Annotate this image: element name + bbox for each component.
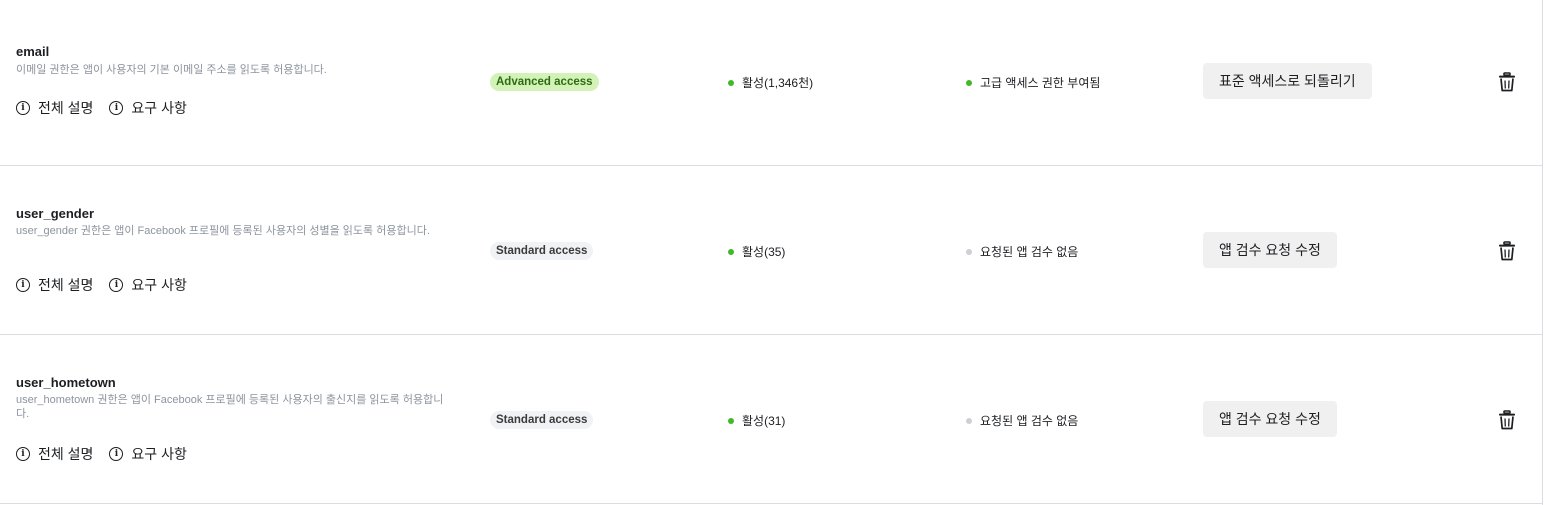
permission-name: email bbox=[16, 44, 50, 59]
permission-row-email: email 이메일 권한은 앱이 사용자의 기본 이메일 주소를 읽도록 허용합… bbox=[0, 0, 1543, 166]
status-dot-icon bbox=[728, 248, 734, 255]
permission-links: i 전체 설명 i 요구 사항 bbox=[16, 444, 187, 464]
status-dot-icon bbox=[966, 79, 972, 86]
review-status: 요청된 앱 검수 없음 bbox=[966, 412, 1078, 429]
permission-description: 이메일 권한은 앱이 사용자의 기본 이메일 주소를 읽도록 허용합니다. bbox=[16, 64, 327, 76]
review-status: 요청된 앱 검수 없음 bbox=[966, 243, 1078, 260]
trash-icon[interactable] bbox=[1498, 72, 1516, 92]
full-description-label: 전체 설명 bbox=[38, 100, 94, 116]
requirements-link[interactable]: i 요구 사항 bbox=[109, 98, 187, 118]
permission-description: user_hometown 권한은 앱이 Facebook 프로필에 등록된 사… bbox=[16, 394, 444, 420]
permission-description: user_gender 권한은 앱이 Facebook 프로필에 등록된 사용자… bbox=[16, 225, 430, 237]
review-status-label: 요청된 앱 검수 없음 bbox=[980, 245, 1079, 259]
permission-row-user-gender: user_gender user_gender 권한은 앱이 Facebook … bbox=[0, 166, 1543, 335]
status-dot-icon bbox=[966, 417, 972, 424]
status-dot-icon bbox=[966, 248, 972, 255]
usage-status: 활성(35) bbox=[728, 243, 785, 260]
requirements-link[interactable]: i 요구 사항 bbox=[109, 444, 187, 464]
trash-icon[interactable] bbox=[1498, 241, 1516, 261]
requirements-label: 요구 사항 bbox=[131, 277, 187, 293]
permission-links: i 전체 설명 i 요구 사항 bbox=[16, 275, 187, 295]
info-icon: i bbox=[16, 101, 30, 115]
permission-name: user_gender bbox=[16, 206, 95, 221]
info-icon: i bbox=[109, 101, 124, 115]
permissions-panel: email 이메일 권한은 앱이 사용자의 기본 이메일 주소를 읽도록 허용합… bbox=[0, 0, 1543, 505]
usage-status: 활성(1,346천) bbox=[728, 74, 813, 91]
status-dot-icon bbox=[728, 417, 734, 424]
access-level-badge: Standard access bbox=[490, 411, 594, 429]
requirements-label: 요구 사항 bbox=[131, 446, 187, 462]
full-description-label: 전체 설명 bbox=[38, 446, 94, 462]
edit-app-review-request-button[interactable]: 앱 검수 요청 수정 bbox=[1203, 232, 1337, 268]
full-description-label: 전체 설명 bbox=[38, 277, 94, 293]
usage-status-label: 활성(31) bbox=[742, 414, 786, 428]
usage-status-label: 활성(35) bbox=[742, 245, 786, 259]
usage-status: 활성(31) bbox=[728, 412, 785, 429]
permission-links: i 전체 설명 i 요구 사항 bbox=[16, 98, 187, 118]
edit-app-review-request-button[interactable]: 앱 검수 요청 수정 bbox=[1203, 401, 1337, 437]
access-level-badge: Advanced access bbox=[490, 73, 599, 91]
info-icon: i bbox=[109, 278, 124, 292]
revert-to-standard-access-button[interactable]: 표준 액세스로 되돌리기 bbox=[1203, 63, 1372, 99]
review-status: 고급 액세스 권한 부여됨 bbox=[966, 74, 1100, 91]
permission-name: user_hometown bbox=[16, 375, 116, 390]
access-level-badge: Standard access bbox=[490, 242, 594, 260]
review-status-label: 요청된 앱 검수 없음 bbox=[980, 414, 1079, 428]
permission-row-user-hometown: user_hometown user_hometown 권한은 앱이 Faceb… bbox=[0, 335, 1543, 504]
requirements-link[interactable]: i 요구 사항 bbox=[109, 275, 187, 295]
review-status-label: 고급 액세스 권한 부여됨 bbox=[980, 76, 1101, 90]
requirements-label: 요구 사항 bbox=[131, 100, 187, 116]
info-icon: i bbox=[16, 278, 30, 292]
trash-icon[interactable] bbox=[1498, 410, 1516, 430]
info-icon: i bbox=[16, 447, 30, 461]
full-description-link[interactable]: i 전체 설명 bbox=[16, 98, 93, 118]
info-icon: i bbox=[109, 447, 124, 461]
usage-status-label: 활성(1,346천) bbox=[742, 76, 814, 90]
status-dot-icon bbox=[728, 79, 734, 86]
full-description-link[interactable]: i 전체 설명 bbox=[16, 275, 93, 295]
full-description-link[interactable]: i 전체 설명 bbox=[16, 444, 93, 464]
